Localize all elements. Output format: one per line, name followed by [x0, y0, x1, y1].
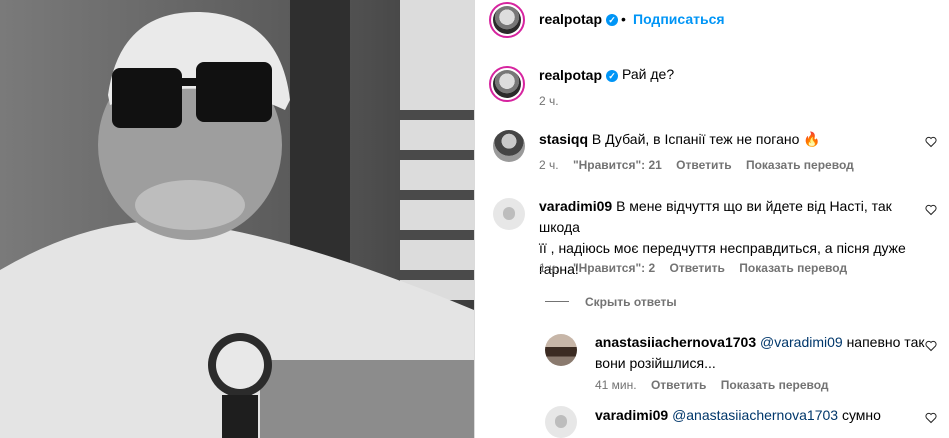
reply-username[interactable]: varadimi09	[595, 407, 668, 423]
comment-time: 1 ч.	[539, 261, 559, 275]
post-photo	[0, 0, 474, 438]
comment-username[interactable]: stasiqq	[539, 131, 588, 147]
translate-button[interactable]: Показать перевод	[721, 378, 829, 392]
comment-avatar-varadimi09[interactable]	[493, 198, 525, 230]
comment-avatar-stasiqq[interactable]	[493, 130, 525, 162]
verified-icon: ✓	[606, 14, 619, 26]
reply-anastasiia: anastasiiachernova1703 @varadimi09 напев…	[595, 332, 925, 374]
caption-author-username[interactable]: realpotap ✓	[539, 67, 619, 83]
comment-text-line2: її , надіюсь моє передчуття несправдитьс…	[539, 240, 906, 256]
reply-time: 41 мин.	[595, 378, 637, 392]
author-username-text[interactable]: realpotap	[539, 11, 602, 27]
reply-text: сумно	[841, 407, 881, 423]
caption-time: 2 ч.	[539, 94, 559, 108]
caption-author-avatar[interactable]	[489, 66, 525, 102]
verified-icon: ✓	[606, 70, 619, 82]
comment-text: В Дубай, в Іспанії теж не погано 🔥	[591, 131, 821, 147]
author-username[interactable]: realpotap ✓	[539, 11, 619, 27]
comment-stasiqq: stasiqq В Дубай, в Іспанії теж не погано…	[539, 129, 919, 150]
reply-avatar-varadimi09[interactable]	[545, 406, 577, 438]
reply-text-line2: вони розійшлися...	[595, 355, 716, 371]
separator-dot: •	[621, 11, 626, 27]
hide-replies-button[interactable]: Скрыть ответы	[585, 295, 677, 309]
caption-author-username-text[interactable]: realpotap	[539, 67, 602, 83]
replies-divider	[545, 301, 569, 302]
like-heart-icon[interactable]	[925, 204, 937, 216]
reply-button[interactable]: Ответить	[669, 261, 724, 275]
reply-button[interactable]: Ответить	[651, 378, 706, 392]
reply-mention[interactable]: @anastasiiachernova1703	[672, 407, 838, 423]
like-heart-icon[interactable]	[925, 136, 937, 148]
post-photo-illustration	[0, 0, 474, 438]
translate-button[interactable]: Показать перевод	[739, 261, 847, 275]
translate-button[interactable]: Показать перевод	[746, 158, 854, 172]
like-heart-icon[interactable]	[925, 340, 937, 352]
comment-meta: 2 ч. "Нравится": 21 Ответить Показать пе…	[539, 158, 865, 172]
caption-text: Рай де?	[622, 66, 675, 82]
reply-mention[interactable]: @varadimi09	[760, 334, 843, 350]
comments-panel: realpotap ✓ • Подписаться realpotap ✓ Рай …	[474, 0, 949, 438]
reply-avatar-anastasiia[interactable]	[545, 334, 577, 366]
author-avatar[interactable]	[489, 2, 525, 38]
reply-button[interactable]: Ответить	[676, 158, 731, 172]
follow-button[interactable]: Подписаться	[633, 11, 725, 27]
reply-username[interactable]: anastasiiachernova1703	[595, 334, 756, 350]
comment-likes[interactable]: "Нравится": 2	[573, 261, 655, 275]
like-heart-icon[interactable]	[925, 412, 937, 424]
reply-varadimi09: varadimi09 @anastasiiachernova1703 сумно	[595, 405, 925, 426]
comment-meta: 1 ч. "Нравится": 2 Ответить Показать пер…	[539, 261, 858, 275]
comment-username[interactable]: varadimi09	[539, 198, 612, 214]
reply-meta: 41 мин. Ответить Показать перевод	[595, 378, 840, 392]
comment-time: 2 ч.	[539, 158, 559, 172]
comment-likes[interactable]: "Нравится": 21	[573, 158, 662, 172]
reply-text-line1: напевно так	[846, 334, 925, 350]
